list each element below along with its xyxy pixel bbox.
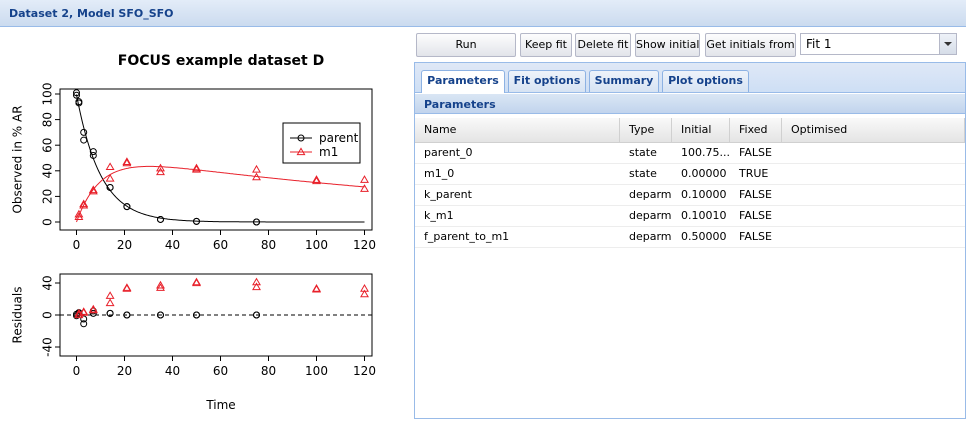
table-row[interactable]: f_parent_to_m1 deparm 0.50000 FALSE [415, 227, 965, 248]
fit-select[interactable]: Fit 1 [800, 33, 957, 55]
cell-initial: 0.50000 [681, 230, 727, 243]
cell-initial: 100.75... [681, 146, 730, 159]
y-tick-label: 40 [41, 275, 55, 290]
column-header-name[interactable]: Name [415, 118, 620, 142]
m1-point [105, 298, 115, 307]
tab-plot-options[interactable]: Plot options [662, 70, 749, 92]
cell-name: k_m1 [424, 209, 454, 222]
fit-plot: FOCUS example dataset D 0 20 40 60 80 100 Obser… [0, 28, 412, 419]
column-header-type[interactable]: Type [620, 118, 672, 142]
x-tick-label: 120 [353, 364, 376, 378]
y-tick-label: 20 [41, 189, 55, 204]
plot-title: FOCUS example dataset D [118, 53, 324, 69]
legend-label: m1 [319, 145, 338, 159]
cell-name: f_parent_to_m1 [424, 230, 510, 243]
fit-select-value: Fit 1 [806, 37, 832, 51]
cell-type: deparm [629, 188, 672, 201]
x-axis-label: Time [205, 398, 235, 412]
cell-initial: 0.00000 [681, 167, 727, 180]
cell-fixed: FALSE [739, 209, 772, 222]
plot-svg: FOCUS example dataset D 0 20 40 60 80 100 Obser… [11, 53, 376, 412]
table-row[interactable]: parent_0 state 100.75... FALSE [415, 143, 965, 164]
cell-fixed: FALSE [739, 188, 772, 201]
chevron-down-icon[interactable] [939, 34, 956, 54]
y-axis-label-residuals: Residuals [11, 287, 25, 344]
get-initials-button[interactable]: Get initials from [705, 33, 796, 57]
m1-point [156, 283, 165, 291]
y-tick-label: 0 [41, 218, 55, 226]
cell-fixed: FALSE [739, 230, 772, 243]
x-tick-label: 80 [261, 238, 276, 252]
cell-fixed: TRUE [739, 167, 769, 180]
window-title: Dataset 2, Model SFO_SFO [9, 7, 174, 20]
grid-header-row: Name Type Initial Fixed Optimised [415, 118, 965, 143]
cell-optimised [782, 164, 965, 184]
y-tick-label: 40 [41, 163, 55, 178]
cell-name: m1_0 [424, 167, 455, 180]
x-tick-label: 0 [73, 364, 81, 378]
run-button[interactable]: Run [416, 33, 516, 57]
y-tick-label: 0 [41, 311, 55, 319]
m1-point [105, 291, 115, 299]
cell-optimised [782, 206, 965, 226]
column-header-fixed[interactable]: Fixed [730, 118, 782, 142]
table-row[interactable]: k_parent deparm 0.10000 FALSE [415, 185, 965, 206]
cell-optimised [782, 143, 965, 163]
tab-fit-options[interactable]: Fit options [508, 70, 586, 92]
delete-fit-button[interactable]: Delete fit [575, 33, 631, 57]
cell-type: deparm [629, 209, 672, 222]
legend-label: parent [319, 131, 359, 145]
y-tick-label: 100 [41, 83, 55, 106]
keep-fit-button[interactable]: Keep fit [520, 33, 572, 57]
x-tick-label: 80 [261, 364, 276, 378]
m1-point [252, 164, 261, 173]
x-tick-label: 100 [305, 364, 328, 378]
x-tick-label: 20 [117, 238, 132, 252]
parameters-header: Parameters [415, 94, 965, 114]
cell-initial: 0.10000 [681, 188, 727, 201]
column-header-initial[interactable]: Initial [672, 118, 730, 142]
tab-parameters[interactable]: Parameters [421, 70, 505, 93]
parent-point [80, 136, 88, 144]
x-tick-label: 120 [353, 238, 376, 252]
y-tick-label: -40 [41, 337, 55, 357]
table-row[interactable]: m1_0 state 0.00000 TRUE [415, 164, 965, 185]
table-row[interactable]: k_m1 deparm 0.10010 FALSE [415, 206, 965, 227]
x-tick-label: 40 [165, 238, 180, 252]
m1-point [360, 184, 369, 192]
m1-fit-curve [76, 165, 365, 223]
cell-type: state [629, 167, 657, 180]
x-tick-label: 60 [213, 238, 228, 252]
m1-point [105, 162, 115, 171]
parameters-header-label: Parameters [424, 98, 496, 111]
y-tick-label: 60 [41, 138, 55, 153]
cell-optimised [782, 185, 965, 205]
cell-name: parent_0 [424, 146, 473, 159]
x-tick-label: 100 [305, 238, 328, 252]
column-header-optimised[interactable]: Optimised [782, 118, 965, 142]
cell-fixed: FALSE [739, 146, 772, 159]
tab-panel: Parameters Fit options Summary Plot opti… [414, 62, 966, 419]
cell-type: state [629, 146, 657, 159]
x-tick-label: 60 [213, 364, 228, 378]
x-tick-label: 40 [165, 364, 180, 378]
tab-summary[interactable]: Summary [589, 70, 659, 92]
y-axis-label-top: Observed in % AR [11, 105, 25, 213]
x-tick-label: 0 [73, 238, 81, 252]
cell-type: deparm [629, 230, 672, 243]
window-title-bar: Dataset 2, Model SFO_SFO [0, 0, 966, 27]
show-initial-button[interactable]: Show initial [635, 33, 700, 57]
cell-name: k_parent [424, 188, 472, 201]
tab-strip: Parameters Fit options Summary Plot opti… [415, 63, 965, 93]
parameters-grid: Name Type Initial Fixed Optimised parent… [415, 118, 965, 248]
cell-optimised [782, 227, 965, 247]
cell-initial: 0.10010 [681, 209, 727, 222]
y-tick-label: 80 [41, 112, 55, 127]
x-tick-label: 20 [117, 364, 132, 378]
m1-point [360, 175, 369, 183]
